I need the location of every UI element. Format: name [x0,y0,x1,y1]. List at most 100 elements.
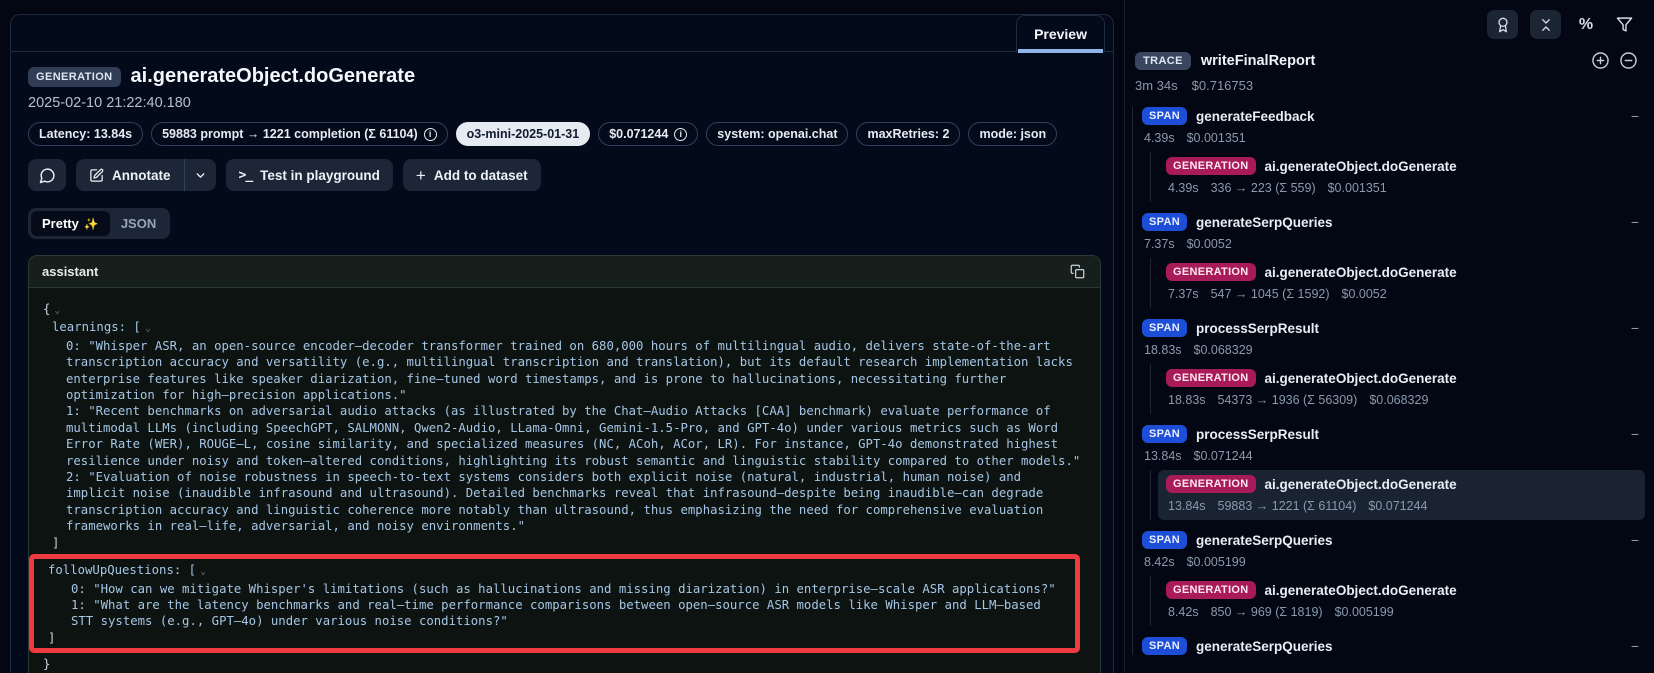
circle-plus-icon [1591,51,1610,70]
generation-metrics: 13.84s 59883 → 1221 (Σ 61104) $0.071244 [1168,499,1637,513]
generation-tokens: 54373 → 1936 (Σ 56309) [1218,393,1358,407]
trace-root-row[interactable]: TRACE writeFinalReport [1125,51,1654,70]
toggle-pretty[interactable]: Pretty ✨ [31,211,110,236]
system-badge: system: openai.chat [706,122,848,146]
tree-node-generation[interactable]: GENERATION ai.generateObject.doGenerate … [1158,258,1645,308]
collapse-chevron-icon[interactable]: ⌄ [54,305,60,316]
filter-icon [1616,16,1633,33]
generation-duration: 13.84s [1168,499,1206,513]
expand-all-button[interactable] [1591,51,1610,70]
assistant-message-header: assistant [29,256,1100,288]
test-in-playground-button[interactable]: >_ Test in playground [226,159,393,191]
collapse-node-icon[interactable]: − [1631,533,1639,547]
comment-button[interactable] [28,159,66,191]
tree-node-span: SPAN generateSerpQueries − [1142,637,1654,655]
span-badge: SPAN [1142,107,1187,125]
copy-button[interactable] [1068,262,1087,281]
collapse-node-icon[interactable]: − [1631,109,1639,123]
span-duration: 18.83s [1144,343,1182,357]
span-duration: 8.42s [1144,555,1175,569]
span-row[interactable]: SPAN generateSerpQueries − [1142,213,1654,231]
comment-icon [39,167,56,184]
generation-metrics: 18.83s 54373 → 1936 (Σ 56309) $0.068329 [1168,393,1637,407]
tree-node-span: SPAN processSerpResult − 13.84s $0.07124… [1142,425,1654,520]
annotate-button-label: Annotate [112,168,171,183]
span-duration: 13.84s [1144,449,1182,463]
span-row[interactable]: SPAN generateSerpQueries − [1142,637,1654,655]
generation-name: ai.generateObject.doGenerate [1265,477,1622,492]
trace-toolbar: % [1125,10,1654,39]
trace-tree: SPAN generateFeedback − 4.39s $0.001351 … [1132,107,1654,655]
copy-icon [1070,264,1085,279]
tree-node-generation-selected[interactable]: GENERATION ai.generateObject.doGenerate … [1158,470,1645,520]
tree-node-span: SPAN generateFeedback − 4.39s $0.001351 … [1142,107,1654,202]
span-row[interactable]: SPAN generateSerpQueries − [1142,531,1654,549]
model-badge[interactable]: o3-mini-2025-01-31 [456,122,591,146]
span-badge: SPAN [1142,319,1187,337]
mode-badge-label: mode: json [979,127,1046,141]
tree-node-generation[interactable]: GENERATION ai.generateObject.doGenerate … [1158,364,1645,414]
collapse-node-icon[interactable]: − [1631,639,1639,653]
collapse-node-icon[interactable]: − [1631,427,1639,441]
json-line-followup-1: 1: "What are the latency benchmarks and … [48,597,1069,630]
annotation-queue-button[interactable] [1487,10,1518,39]
observation-title: ai.generateObject.doGenerate [131,65,416,88]
tab-preview-label: Preview [1034,26,1087,42]
generation-cost: $0.071244 [1368,499,1427,513]
message-role-label: assistant [42,264,98,279]
span-badge: SPAN [1142,213,1187,231]
cost-badge[interactable]: $0.071244 i [598,122,698,146]
add-to-dataset-label: Add to dataset [434,168,528,183]
span-row[interactable]: SPAN processSerpResult − [1142,425,1654,443]
add-to-dataset-button[interactable]: + Add to dataset [403,159,541,191]
toggle-json[interactable]: JSON [110,211,167,236]
mode-badge: mode: json [968,122,1057,146]
tab-preview[interactable]: Preview [1016,15,1105,52]
span-name: generateFeedback [1196,109,1622,124]
circle-minus-icon [1619,51,1638,70]
generation-duration: 4.39s [1168,181,1199,195]
trace-badge: TRACE [1135,52,1191,70]
span-duration: 7.37s [1144,237,1175,251]
span-row[interactable]: SPAN processSerpResult − [1142,319,1654,337]
cost-badge-label: $0.071244 [609,127,668,141]
annotation-highlight-box: followUpQuestions: [⌄ 0: "How can we mit… [29,554,1080,653]
span-name: generateSerpQueries [1196,533,1622,548]
token-usage-badge[interactable]: 59883 prompt → 1221 completion (Σ 61104)… [151,122,448,146]
generation-cost: $0.001351 [1328,181,1387,195]
collapse-chevron-icon[interactable]: ⌄ [200,566,206,577]
tree-node-generation[interactable]: GENERATION ai.generateObject.doGenerate … [1158,576,1645,626]
collapse-node-icon[interactable]: − [1631,321,1639,335]
json-output-viewer: {⌄ learnings: [⌄ 0: "Whisper ASR, an ope… [29,288,1100,673]
generation-duration: 18.83s [1168,393,1206,407]
annotate-icon [89,168,104,183]
filter-button[interactable] [1611,12,1637,38]
annotate-button[interactable]: Annotate [76,159,184,191]
json-line-learning-1: 1: "Recent benchmarks on adversarial aud… [43,403,1086,469]
span-badge: SPAN [1142,637,1187,655]
observation-badges: Latency: 13.84s 59883 prompt → 1221 comp… [28,122,1096,146]
span-name: processSerpResult [1196,321,1622,336]
show-metrics-button[interactable]: % [1573,12,1599,38]
tree-node-span: SPAN generateSerpQueries − 8.42s $0.0051… [1142,531,1654,626]
tree-node-generation[interactable]: GENERATION ai.generateObject.doGenerate … [1158,152,1645,202]
generation-badge: GENERATION [1166,475,1256,493]
output-format-toggle: Pretty ✨ JSON [28,208,170,239]
max-retries-badge: maxRetries: 2 [856,122,960,146]
generation-metrics: 4.39s 336 → 223 (Σ 559) $0.001351 [1168,181,1637,195]
terminal-icon: >_ [239,168,253,183]
collapse-chevron-icon[interactable]: ⌄ [145,323,151,334]
span-cost: $0.005199 [1187,555,1246,569]
collapse-node-icon[interactable]: − [1631,215,1639,229]
generation-tokens: 850 → 969 (Σ 1819) [1211,605,1323,619]
collapse-all-button[interactable] [1619,51,1638,70]
generation-badge: GENERATION [1166,581,1256,599]
span-badge: SPAN [1142,531,1187,549]
collapse-panel-button[interactable] [1530,10,1561,39]
span-row[interactable]: SPAN generateFeedback − [1142,107,1654,125]
annotate-dropdown-button[interactable] [184,159,216,191]
generation-name: ai.generateObject.doGenerate [1265,583,1622,598]
span-metrics: 8.42s $0.005199 [1144,555,1654,569]
tree-node-span: SPAN processSerpResult − 18.83s $0.06832… [1142,319,1654,414]
generation-name: ai.generateObject.doGenerate [1265,371,1622,386]
